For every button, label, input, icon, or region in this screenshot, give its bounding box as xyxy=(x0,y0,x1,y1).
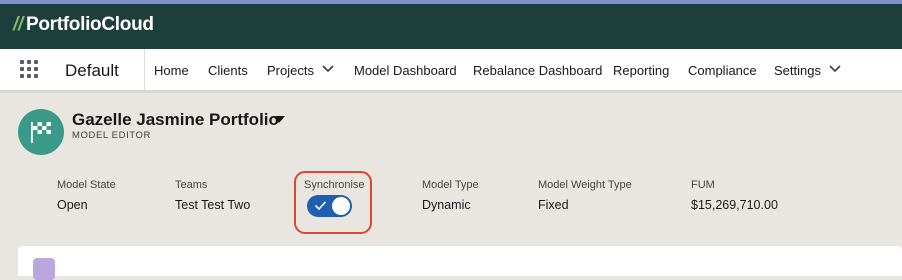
nav-item-clients[interactable]: Clients xyxy=(208,63,248,78)
brand-bar: //PortfolioCloud xyxy=(0,4,902,49)
record-subtitle: MODEL EDITOR xyxy=(72,130,151,141)
field-value-model-state: Open xyxy=(57,198,88,212)
portfoliocloud-logo[interactable]: //PortfolioCloud xyxy=(13,14,154,36)
field-label-model-type: Model Type xyxy=(422,179,479,191)
navigation-bar: Default Home Clients Projects Model Dash… xyxy=(0,49,902,93)
app-name: Default xyxy=(65,61,119,80)
settings-chevron-down-icon[interactable] xyxy=(828,63,842,75)
nav-item-model-dashboard[interactable]: Model Dashboard xyxy=(354,63,457,78)
title-dropdown-caret-icon[interactable] xyxy=(272,115,286,125)
nav-item-compliance[interactable]: Compliance xyxy=(688,63,757,78)
field-label-model-state: Model State xyxy=(57,179,116,191)
checkered-flag-icon xyxy=(18,109,64,155)
nav-item-reporting[interactable]: Reporting xyxy=(613,63,669,78)
nav-item-rebalance-dashboard[interactable]: Rebalance Dashboard xyxy=(473,63,602,78)
field-value-model-type: Dynamic xyxy=(422,198,471,212)
field-label-fum: FUM xyxy=(691,179,715,191)
logo-text: PortfolioCloud xyxy=(25,14,154,35)
field-value-teams: Test Test Two xyxy=(175,198,251,212)
highlight-annotation xyxy=(294,171,372,234)
content-card xyxy=(18,246,902,280)
nav-item-projects[interactable]: Projects xyxy=(267,63,314,78)
field-value-fum: $15,269,710.00 xyxy=(691,198,778,212)
field-value-model-weight-type: Fixed xyxy=(538,198,569,212)
logo-slash: // xyxy=(13,14,23,35)
card-icon xyxy=(33,258,55,280)
record-title: Gazelle Jasmine Portfolio xyxy=(72,110,279,129)
nav-item-home[interactable]: Home xyxy=(154,63,189,78)
projects-chevron-down-icon[interactable] xyxy=(321,63,335,75)
field-label-model-weight-type: Model Weight Type xyxy=(538,179,632,191)
nav-item-settings[interactable]: Settings xyxy=(774,63,821,78)
nav-divider xyxy=(144,49,145,90)
field-label-teams: Teams xyxy=(175,179,208,191)
app-launcher-icon[interactable] xyxy=(20,60,38,78)
